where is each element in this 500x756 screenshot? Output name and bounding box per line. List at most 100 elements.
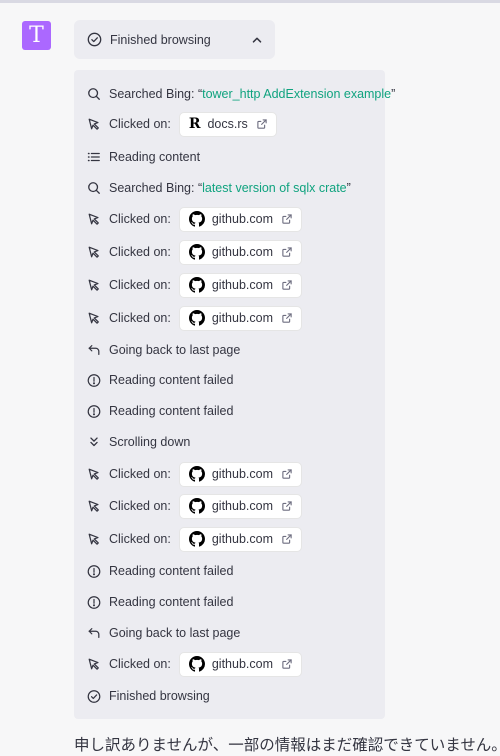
site-name: github.com <box>211 245 273 259</box>
browsing-toggle-button[interactable]: Finished browsing <box>74 20 275 59</box>
status-step: Going back to last page <box>87 619 377 647</box>
external-link-icon[interactable] <box>281 658 293 670</box>
site-link-chip[interactable]: github.com <box>178 272 302 298</box>
list-icon <box>87 150 101 164</box>
external-link-icon[interactable] <box>281 312 293 324</box>
search-query: latest version of sqlx crate <box>202 181 347 195</box>
step-label: Reading content failed <box>109 404 234 418</box>
clicked-on-step: Clicked on: github.com <box>87 238 377 266</box>
clicked-on-step: Clicked on: github.com <box>87 492 377 520</box>
site-name: github.com <box>211 212 273 226</box>
step-label: Clicked on: <box>109 278 171 292</box>
step-label: Clicked on: <box>109 117 171 131</box>
cursor-icon <box>87 117 101 131</box>
avatar-letter: T <box>29 23 44 48</box>
alert-circle-icon <box>87 404 101 418</box>
clicked-on-step: Clicked on: github.com <box>87 205 377 233</box>
clicked-on-step: Clicked on: github.com <box>87 271 377 299</box>
step-label: Reading content failed <box>109 595 234 609</box>
status-step: Going back to last page <box>87 336 377 364</box>
step-label: Reading content failed <box>109 564 234 578</box>
github-icon <box>188 656 205 672</box>
search-icon <box>87 181 101 195</box>
external-link-icon[interactable] <box>281 500 293 512</box>
step-label: Reading content <box>109 150 201 164</box>
assistant-response-text: 申し訳ありませんが、一部の情報はまだ確認できていません。 <box>74 737 500 754</box>
github-icon <box>188 310 205 326</box>
step-label: Clicked on: <box>109 212 171 226</box>
external-link-icon[interactable] <box>256 118 268 130</box>
site-name: github.com <box>211 532 273 546</box>
site-link-chip[interactable]: github.com <box>178 651 302 677</box>
cursor-icon <box>87 467 101 481</box>
status-step: Reading content failed <box>87 366 377 394</box>
search-quote-close: ” <box>391 87 396 101</box>
assistant-avatar: T <box>22 21 51 50</box>
browsing-status-label: Finished browsing <box>110 32 211 47</box>
github-icon <box>188 531 205 547</box>
search-query: tower_http AddExtension example <box>202 87 392 101</box>
github-icon <box>188 211 205 227</box>
step-label: Clicked on: <box>109 657 171 671</box>
site-link-chip[interactable]: github.com <box>178 526 302 552</box>
clicked-on-step: Clicked on: Rdocs.rs <box>87 110 377 138</box>
check-circle-icon <box>87 689 101 703</box>
status-step: Scrolling down <box>87 428 377 456</box>
github-icon <box>188 277 205 293</box>
github-icon <box>188 498 205 514</box>
clicked-on-step: Clicked on: github.com <box>87 304 377 332</box>
step-label: Scrolling down <box>109 435 191 449</box>
site-name: github.com <box>211 657 273 671</box>
cursor-icon <box>87 657 101 671</box>
cursor-icon <box>87 499 101 513</box>
site-name: github.com <box>211 278 273 292</box>
search-prefix: Searched Bing: “ <box>109 87 203 101</box>
external-link-icon[interactable] <box>281 246 293 258</box>
step-label: Going back to last page <box>109 626 241 640</box>
site-name: github.com <box>211 467 273 481</box>
site-link-chip[interactable]: github.com <box>178 461 302 487</box>
status-step: Reading content failed <box>87 397 377 425</box>
clicked-on-step: Clicked on: github.com <box>87 650 377 678</box>
external-link-icon[interactable] <box>281 468 293 480</box>
cursor-icon <box>87 311 101 325</box>
alert-circle-icon <box>87 373 101 387</box>
site-link-chip[interactable]: github.com <box>178 239 302 265</box>
top-divider <box>0 0 500 3</box>
step-label: Going back to last page <box>109 343 241 357</box>
site-link-chip[interactable]: github.com <box>178 206 302 232</box>
status-step: Reading content failed <box>87 557 377 585</box>
clicked-on-step: Clicked on: github.com <box>87 460 377 488</box>
step-label: Searched Bing: “latest version of sqlx c… <box>109 181 351 195</box>
site-link-chip[interactable]: github.com <box>178 305 302 331</box>
status-step: Reading content <box>87 143 377 171</box>
clicked-on-step: Clicked on: github.com <box>87 525 377 553</box>
github-icon <box>188 466 205 482</box>
back-arrow-icon <box>87 343 101 357</box>
site-name: github.com <box>211 311 273 325</box>
search-icon <box>87 87 101 101</box>
rust-docs-icon: R <box>188 116 201 132</box>
step-label: Searched Bing: “tower_http AddExtension … <box>109 87 395 101</box>
step-label: Clicked on: <box>109 245 171 259</box>
search-step: Searched Bing: “latest version of sqlx c… <box>87 174 377 202</box>
step-label: Reading content failed <box>109 373 234 387</box>
search-step: Searched Bing: “tower_http AddExtension … <box>87 80 395 108</box>
alert-circle-icon <box>87 564 101 578</box>
step-label: Finished browsing <box>109 689 210 703</box>
step-label: Clicked on: <box>109 532 171 546</box>
chevron-up-icon[interactable] <box>251 34 263 46</box>
cursor-icon <box>87 532 101 546</box>
back-arrow-icon <box>87 626 101 640</box>
external-link-icon[interactable] <box>281 533 293 545</box>
alert-circle-icon <box>87 595 101 609</box>
search-quote-close: ” <box>346 181 351 195</box>
external-link-icon[interactable] <box>281 279 293 291</box>
site-name: docs.rs <box>207 117 248 131</box>
search-prefix: Searched Bing: “ <box>109 181 203 195</box>
check-circle-icon <box>87 32 102 47</box>
site-link-chip[interactable]: github.com <box>178 493 302 519</box>
external-link-icon[interactable] <box>281 213 293 225</box>
step-label: Clicked on: <box>109 499 171 513</box>
site-link-chip[interactable]: Rdocs.rs <box>178 111 277 137</box>
